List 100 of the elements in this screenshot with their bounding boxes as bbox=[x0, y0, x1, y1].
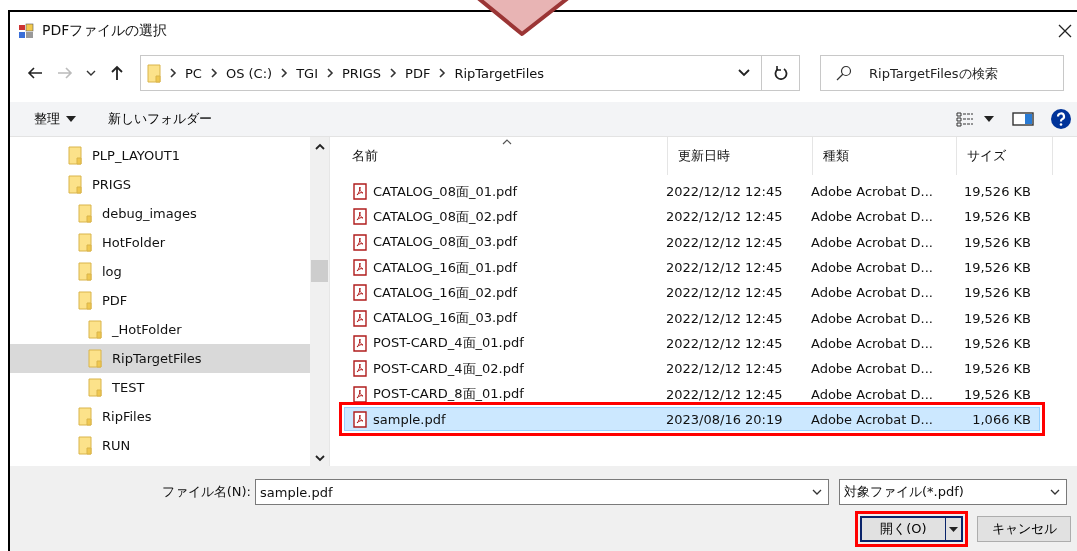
preview-pane-button[interactable] bbox=[1010, 109, 1036, 129]
file-row[interactable]: POST-CARD_4面_01.pdf 2022/12/12 12:45 Adobe Acrobat D... 19,526 KB bbox=[344, 331, 1040, 356]
folder-tree-item[interactable]: RipTargetFiles bbox=[10, 344, 310, 373]
folder-tree-item[interactable]: HotFolder bbox=[10, 228, 310, 257]
file-type: Adobe Acrobat D... bbox=[810, 209, 934, 225]
search-icon bbox=[836, 65, 852, 81]
folder-tree-item[interactable]: PRIGS bbox=[10, 170, 310, 199]
modified-date: 2022/12/12 12:45 bbox=[665, 386, 784, 402]
new-folder-button[interactable]: 新しいフォルダー bbox=[104, 106, 216, 132]
folder-tree-item[interactable]: PLP_LAYOUT1 bbox=[10, 141, 310, 170]
modified-date: 2023/08/16 20:19 bbox=[665, 411, 784, 427]
chevron-down-icon bbox=[738, 69, 750, 77]
pdf-file-icon bbox=[353, 360, 367, 378]
file-size: 19,526 KB bbox=[962, 234, 1032, 250]
close-icon bbox=[1058, 24, 1072, 38]
file-name-field[interactable]: sample.pdf bbox=[255, 479, 829, 505]
breadcrumb[interactable]: TGI bbox=[296, 65, 318, 81]
file-row[interactable]: POST-CARD_8面_01.pdf 2022/12/12 12:45 Adobe Acrobat D... 19,526 KB bbox=[344, 382, 1040, 407]
file-type: Adobe Acrobat D... bbox=[810, 310, 934, 326]
pdf-file-icon bbox=[353, 334, 367, 352]
chevron-right-icon bbox=[326, 68, 334, 78]
folder-tree-item[interactable]: TEST bbox=[10, 373, 310, 402]
modified-date: 2022/12/12 12:45 bbox=[665, 184, 784, 200]
search-field[interactable]: RipTargetFilesの検索 bbox=[820, 55, 1064, 91]
cancel-button[interactable]: キャンセル bbox=[977, 516, 1071, 542]
modified-date: 2022/12/12 12:45 bbox=[665, 234, 784, 250]
pdf-file-icon bbox=[353, 284, 367, 302]
file-row[interactable]: CATALOG_16面_01.pdf 2022/12/12 12:45 Adobe Acrobat D... 19,526 KB bbox=[344, 255, 1040, 280]
folder-icon bbox=[88, 378, 102, 397]
file-type: Adobe Acrobat D... bbox=[810, 234, 934, 250]
scrollbar[interactable] bbox=[310, 137, 329, 466]
folder-icon bbox=[78, 291, 92, 310]
app-icon bbox=[18, 23, 34, 39]
open-button[interactable]: 開く(O) bbox=[860, 516, 963, 542]
breadcrumb[interactable]: PC bbox=[185, 65, 202, 81]
file-type: Adobe Acrobat D... bbox=[810, 335, 934, 351]
breadcrumb[interactable]: PRIGS bbox=[342, 65, 382, 81]
arrow-up-icon bbox=[110, 65, 124, 81]
modified-date: 2022/12/12 12:45 bbox=[665, 285, 784, 301]
file-size: 1,066 KB bbox=[971, 411, 1032, 427]
column-header[interactable]: 更新日時 bbox=[668, 137, 813, 175]
file-row[interactable]: CATALOG_08面_01.pdf 2022/12/12 12:45 Adobe Acrobat D... 19,526 KB bbox=[344, 179, 1040, 204]
file-name: CATALOG_16面_01.pdf bbox=[373, 258, 518, 277]
breadcrumb[interactable]: PDF bbox=[405, 65, 431, 81]
pdf-file-icon bbox=[353, 410, 367, 428]
breadcrumb[interactable]: OS (C:) bbox=[225, 65, 273, 81]
folder-tree-item[interactable]: RipFiles bbox=[10, 402, 310, 431]
chevron-right-icon bbox=[389, 68, 398, 78]
folder-icon bbox=[88, 320, 102, 339]
pdf-file-icon bbox=[353, 233, 367, 251]
file-row[interactable]: CATALOG_08面_02.pdf 2022/12/12 12:45 Adobe Acrobat D... 19,526 KB bbox=[344, 204, 1040, 229]
column-header[interactable]: 名前 bbox=[342, 137, 668, 175]
file-size: 19,526 KB bbox=[962, 310, 1032, 326]
chevron-right-icon bbox=[280, 68, 289, 78]
file-size: 19,526 KB bbox=[962, 209, 1032, 225]
file-type-dropdown[interactable]: 対象ファイル(*.pdf) bbox=[839, 479, 1067, 505]
organize-menu-button[interactable]: 整理 bbox=[30, 106, 80, 132]
file-name: CATALOG_08面_03.pdf bbox=[373, 233, 518, 252]
modified-date: 2022/12/12 12:45 bbox=[665, 310, 784, 326]
file-size: 19,526 KB bbox=[962, 184, 1032, 200]
column-header[interactable]: 種類 bbox=[813, 137, 957, 175]
preview-pane-icon bbox=[1012, 111, 1034, 127]
file-row[interactable]: CATALOG_16面_03.pdf 2022/12/12 12:45 Adobe Acrobat D... 19,526 KB bbox=[344, 306, 1040, 331]
chevron-down-icon bbox=[812, 489, 822, 495]
breadcrumb[interactable]: RipTargetFiles bbox=[454, 65, 545, 81]
file-name: POST-CARD_8面_01.pdf bbox=[373, 385, 524, 404]
folder-icon bbox=[78, 262, 92, 281]
file-row[interactable]: CATALOG_16面_02.pdf 2022/12/12 12:45 Adobe Acrobat D... 19,526 KB bbox=[344, 280, 1040, 305]
chevron-down-icon bbox=[1050, 489, 1060, 495]
column-header[interactable]: サイズ bbox=[957, 137, 1053, 175]
folder-tree-item[interactable]: PDF bbox=[10, 286, 310, 315]
refresh-icon bbox=[773, 66, 788, 80]
chevron-down-icon bbox=[86, 70, 96, 76]
chevron-right-icon bbox=[438, 68, 447, 78]
folder-tree-item[interactable]: _HotFolder bbox=[10, 315, 310, 344]
scroll-up-button[interactable] bbox=[314, 143, 325, 150]
folder-icon bbox=[68, 146, 82, 165]
modified-date: 2022/12/12 12:45 bbox=[665, 260, 784, 276]
file-name: CATALOG_08面_01.pdf bbox=[373, 182, 518, 201]
folder-tree-item[interactable]: RUN bbox=[10, 431, 310, 460]
scrollbar-thumb[interactable] bbox=[311, 260, 328, 282]
file-row[interactable]: CATALOG_08面_03.pdf 2022/12/12 12:45 Adobe Acrobat D... 19,526 KB bbox=[344, 230, 1040, 255]
folder-tree-item[interactable]: debug_images bbox=[10, 199, 310, 228]
file-name: CATALOG_16面_03.pdf bbox=[373, 309, 518, 328]
scroll-down-button[interactable] bbox=[314, 455, 325, 462]
chevron-up-icon bbox=[314, 143, 325, 150]
pdf-file-icon bbox=[353, 208, 367, 226]
chevron-right-icon bbox=[169, 68, 177, 78]
file-row[interactable]: POST-CARD_4面_02.pdf 2022/12/12 12:45 Adobe Acrobat D... 19,526 KB bbox=[344, 356, 1040, 381]
caret-icon bbox=[949, 526, 958, 532]
file-size: 19,526 KB bbox=[962, 260, 1032, 276]
file-row[interactable]: sample.pdf 2023/08/16 20:19 Adobe Acrobat D... 1,066 KB bbox=[344, 407, 1040, 432]
pdf-file-icon bbox=[353, 259, 367, 277]
folder-tree-item[interactable]: log bbox=[10, 257, 310, 286]
help-button[interactable] bbox=[1048, 106, 1074, 132]
address-bar[interactable]: PC OS (C:) TGI PRIGS PDF RipTargetFiles bbox=[140, 55, 800, 91]
sort-ascending-icon bbox=[502, 139, 512, 145]
file-name-label: ファイル名(N): bbox=[160, 483, 252, 501]
file-type: Adobe Acrobat D... bbox=[810, 184, 934, 200]
folder-icon bbox=[147, 63, 161, 83]
